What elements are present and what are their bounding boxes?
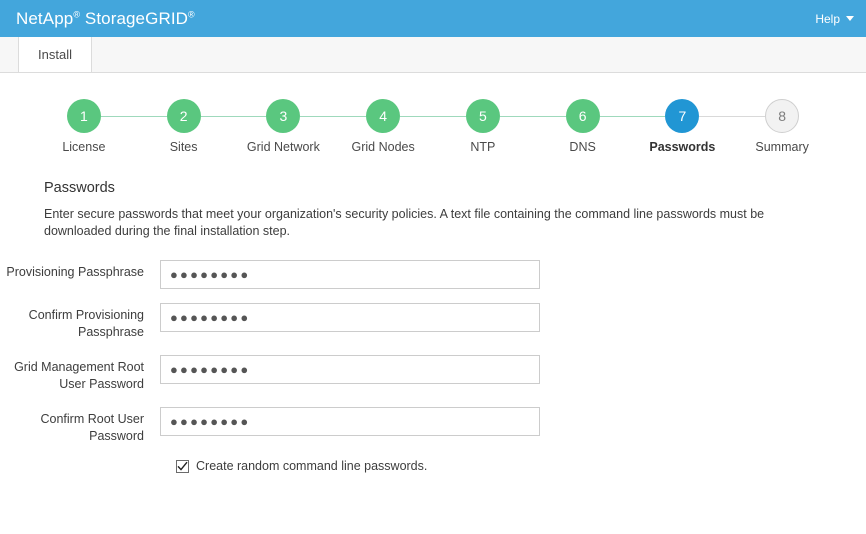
wizard-step-license[interactable]: 1 License — [34, 99, 134, 154]
step-label: Grid Network — [247, 140, 320, 154]
confirm-root-password-field: ●●●●●●●● — [160, 407, 540, 436]
brand-storagegrid: StorageGRID — [85, 9, 188, 28]
field-row-confirm-root-password: Confirm Root User Password ●●●●●●●● — [0, 407, 822, 445]
step-connector — [699, 116, 732, 117]
confirm-provisioning-passphrase-input[interactable]: ●●●●●●●● — [160, 303, 540, 332]
tab-install[interactable]: Install — [18, 37, 92, 72]
field-row-grid-management-root-password: Grid Management Root User Password ●●●●●… — [0, 355, 822, 393]
random-passwords-checkbox-label[interactable]: Create random command line passwords. — [196, 459, 427, 473]
step-number-badge: 2 — [167, 99, 201, 133]
field-row-confirm-provisioning-passphrase: Confirm Provisioning Passphrase ●●●●●●●● — [0, 303, 822, 341]
step-connector — [433, 116, 466, 117]
passwords-section: Passwords Enter secure passwords that me… — [0, 154, 866, 240]
random-passwords-checkbox-row: Create random command line passwords. — [176, 459, 822, 473]
step-number-badge: 3 — [266, 99, 300, 133]
step-circle-row: 3 — [234, 99, 334, 133]
step-number: 8 — [778, 108, 786, 124]
step-label: Sites — [170, 140, 198, 154]
tab-install-label: Install — [38, 47, 72, 62]
field-row-provisioning-passphrase: Provisioning Passphrase ●●●●●●●● — [0, 260, 822, 289]
wizard-step-grid-network[interactable]: 3 Grid Network — [234, 99, 334, 154]
step-connector — [201, 116, 234, 117]
step-circle-row: 2 — [134, 99, 234, 133]
step-connector — [600, 116, 633, 117]
step-label: Passwords — [649, 140, 715, 154]
wizard-step-passwords[interactable]: 7 Passwords — [633, 99, 733, 154]
step-circle-row: 6 — [533, 99, 633, 133]
step-number-badge: 7 — [665, 99, 699, 133]
grid-management-root-password-field: ●●●●●●●● — [160, 355, 540, 384]
step-label: DNS — [569, 140, 595, 154]
brand-netapp: NetApp — [16, 9, 73, 28]
step-number: 5 — [479, 108, 487, 124]
grid-management-root-password-input[interactable]: ●●●●●●●● — [160, 355, 540, 384]
step-connector — [633, 116, 666, 117]
chevron-down-icon — [846, 16, 854, 21]
registered-mark-icon: ® — [188, 9, 195, 19]
step-number: 6 — [579, 108, 587, 124]
app-header: NetApp® StorageGRID® Help — [0, 0, 866, 37]
step-number-badge: 6 — [566, 99, 600, 133]
step-label: License — [62, 140, 105, 154]
step-label: Grid Nodes — [352, 140, 415, 154]
step-number: 2 — [180, 108, 188, 124]
step-number-badge: 5 — [466, 99, 500, 133]
provisioning-passphrase-label: Provisioning Passphrase — [0, 260, 160, 281]
step-number: 4 — [379, 108, 387, 124]
step-connector — [134, 116, 167, 117]
page-description: Enter secure passwords that meet your or… — [44, 206, 822, 240]
app-brand: NetApp® StorageGRID® — [16, 9, 195, 29]
grid-management-root-password-label: Grid Management Root User Password — [0, 355, 160, 393]
step-circle-row: 5 — [433, 99, 533, 133]
step-connector — [732, 116, 765, 117]
wizard-step-sites[interactable]: 2 Sites — [134, 99, 234, 154]
confirm-provisioning-passphrase-field: ●●●●●●●● — [160, 303, 540, 332]
wizard-step-summary[interactable]: 8 Summary — [732, 99, 832, 154]
step-connector — [400, 116, 433, 117]
page-content: 1 License 2 Sites 3 Grid — [0, 73, 866, 473]
step-number: 3 — [279, 108, 287, 124]
passwords-form: Provisioning Passphrase ●●●●●●●● Confirm… — [0, 240, 866, 473]
wizard-step-dns[interactable]: 6 DNS — [533, 99, 633, 154]
page-title: Passwords — [44, 180, 822, 196]
help-menu-label: Help — [815, 12, 840, 26]
step-number: 7 — [678, 108, 686, 124]
step-connector — [533, 116, 566, 117]
registered-mark-icon: ® — [73, 9, 80, 19]
step-number: 1 — [80, 108, 88, 124]
confirm-root-password-label: Confirm Root User Password — [0, 407, 160, 445]
help-menu[interactable]: Help — [815, 12, 854, 26]
confirm-root-password-input[interactable]: ●●●●●●●● — [160, 407, 540, 436]
wizard-step-grid-nodes[interactable]: 4 Grid Nodes — [333, 99, 433, 154]
step-circle-row: 7 — [633, 99, 733, 133]
confirm-provisioning-passphrase-label: Confirm Provisioning Passphrase — [0, 303, 160, 341]
step-circle-row: 4 — [333, 99, 433, 133]
random-passwords-checkbox[interactable] — [176, 460, 189, 473]
provisioning-passphrase-input[interactable]: ●●●●●●●● — [160, 260, 540, 289]
tab-bar: Install — [0, 37, 866, 73]
provisioning-passphrase-field: ●●●●●●●● — [160, 260, 540, 289]
step-circle-row: 8 — [732, 99, 832, 133]
checkmark-icon — [177, 461, 188, 472]
step-number-badge: 4 — [366, 99, 400, 133]
step-connector — [333, 116, 366, 117]
step-label: Summary — [755, 140, 808, 154]
step-connector — [500, 116, 533, 117]
step-connector — [101, 116, 134, 117]
step-connector — [234, 116, 267, 117]
wizard-step-ntp[interactable]: 5 NTP — [433, 99, 533, 154]
step-number-badge: 1 — [67, 99, 101, 133]
step-number-badge: 8 — [765, 99, 799, 133]
step-label: NTP — [470, 140, 495, 154]
step-circle-row: 1 — [34, 99, 134, 133]
wizard-step-indicator: 1 License 2 Sites 3 Grid — [0, 73, 866, 154]
step-connector — [300, 116, 333, 117]
